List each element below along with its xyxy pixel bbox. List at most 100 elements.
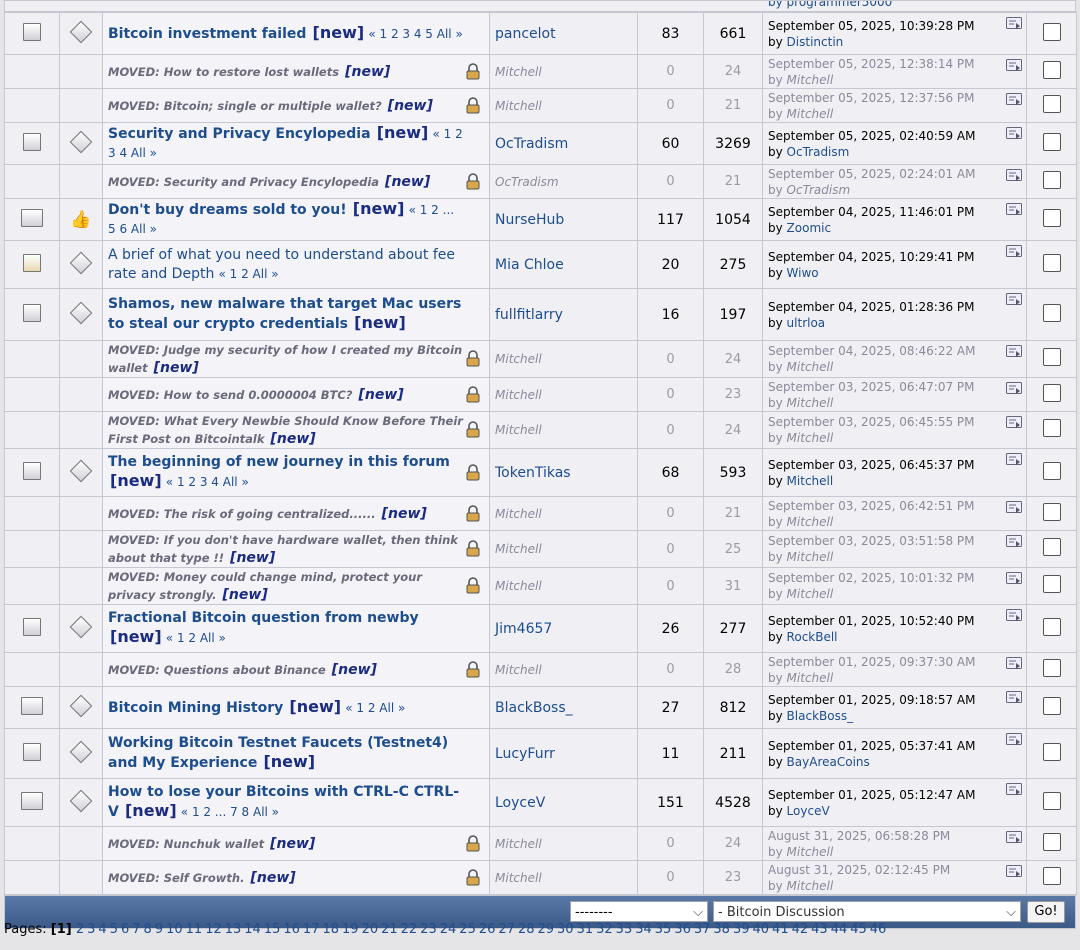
page-link[interactable]: 31 <box>577 922 594 937</box>
new-tag[interactable]: [new] <box>223 587 268 603</box>
page-link[interactable]: 12 <box>205 922 222 937</box>
new-tag[interactable]: [new] <box>377 123 429 142</box>
last-post-icon[interactable] <box>1006 345 1022 359</box>
starter-link[interactable]: pancelot <box>495 26 556 42</box>
topic-checkbox[interactable] <box>1042 170 1061 189</box>
starter-link[interactable]: BlackBoss_ <box>495 700 573 716</box>
starter-link[interactable]: Mitchell <box>495 65 542 79</box>
starter-link[interactable]: OcTradism <box>495 175 559 189</box>
topic-checkbox[interactable] <box>1042 208 1061 227</box>
page-link[interactable]: 2 <box>76 922 84 937</box>
starter-link[interactable]: Mia Chloe <box>495 257 564 273</box>
last-post-icon[interactable] <box>1006 93 1022 107</box>
last-post-icon[interactable] <box>1006 865 1022 879</box>
page-link[interactable]: 27 <box>498 922 515 937</box>
moved-topic-link[interactable]: MOVED: Nunchuk wallet <box>108 837 264 851</box>
page-link[interactable]: 38 <box>713 922 730 937</box>
topic-checkbox[interactable] <box>1042 22 1061 41</box>
last-poster-link[interactable]: LoyceV <box>787 804 830 818</box>
sort-select[interactable]: -------- ⌵ <box>570 901 708 922</box>
last-poster-link[interactable]: Distinctin <box>787 35 844 49</box>
topic-checkbox[interactable] <box>1042 502 1061 521</box>
topic-checkbox[interactable] <box>1042 658 1061 677</box>
starter-link[interactable]: Mitchell <box>495 837 542 851</box>
last-poster-link[interactable]: BayAreaCoins <box>787 755 870 769</box>
moved-topic-link[interactable]: MOVED: How to restore lost wallets <box>108 65 339 79</box>
new-tag[interactable]: [new] <box>250 870 295 886</box>
new-tag[interactable]: [new] <box>345 64 390 80</box>
starter-link[interactable]: NurseHub <box>495 212 564 228</box>
page-link[interactable]: 14 <box>244 922 261 937</box>
last-post-icon[interactable] <box>1006 382 1022 396</box>
moved-topic-link[interactable]: MOVED: Security and Privacy Encylopedia <box>108 175 379 189</box>
new-tag[interactable]: [new] <box>110 471 162 490</box>
last-post-icon[interactable] <box>1006 831 1022 845</box>
topic-checkbox[interactable] <box>1042 538 1061 556</box>
starter-link[interactable]: TokenTikas <box>495 465 571 481</box>
topic-checkbox[interactable] <box>1042 696 1061 715</box>
new-tag[interactable]: [new] <box>385 174 430 190</box>
moved-topic-link[interactable]: MOVED: How to send 0.0000004 BTC? <box>108 388 352 402</box>
page-link[interactable]: 10 <box>166 922 183 937</box>
page-link[interactable]: 22 <box>401 922 418 937</box>
page-link[interactable]: 45 <box>850 922 867 937</box>
new-tag[interactable]: [new] <box>388 98 433 114</box>
page-link[interactable]: 4 <box>98 922 106 937</box>
moved-topic-link[interactable]: MOVED: Bitcoin; single or multiple walle… <box>108 99 382 113</box>
page-link[interactable]: 13 <box>225 922 242 937</box>
topic-pages[interactable]: « 1 2 3 4 5 All » <box>368 27 462 41</box>
topic-checkbox[interactable] <box>1042 832 1061 851</box>
topic-link[interactable]: A brief of what you need to understand a… <box>108 247 455 282</box>
page-link[interactable]: 7 <box>132 922 140 937</box>
page-link[interactable]: 25 <box>459 922 476 937</box>
last-post-icon[interactable] <box>1006 127 1022 141</box>
page-link[interactable]: 36 <box>674 922 691 937</box>
topic-checkbox[interactable] <box>1042 742 1061 761</box>
last-poster-link[interactable]: OcTradism <box>787 183 851 197</box>
last-post-icon[interactable] <box>1006 416 1022 430</box>
page-link[interactable]: 43 <box>811 922 828 937</box>
page-link[interactable]: 9 <box>155 922 163 937</box>
last-post-icon[interactable] <box>1006 535 1022 549</box>
go-button[interactable]: Go! <box>1027 901 1065 923</box>
topic-checkbox[interactable] <box>1042 617 1061 636</box>
last-poster-link[interactable]: Mitchell <box>787 879 834 893</box>
page-link[interactable]: 19 <box>342 922 359 937</box>
new-tag[interactable]: [new] <box>289 697 341 716</box>
page-link[interactable]: 39 <box>733 922 750 937</box>
last-poster-link[interactable]: ultrloa <box>787 316 826 330</box>
last-poster-link[interactable]: Mitchell <box>787 431 834 445</box>
topic-link[interactable]: Bitcoin Mining History <box>108 700 283 716</box>
last-poster-link[interactable]: Mitchell <box>787 474 834 488</box>
new-tag[interactable]: [new] <box>332 662 377 678</box>
page-link[interactable]: 44 <box>831 922 848 937</box>
page-link[interactable]: 42 <box>792 922 809 937</box>
new-tag[interactable]: [new] <box>263 752 315 771</box>
page-link[interactable]: 32 <box>596 922 613 937</box>
page-link[interactable]: 5 <box>110 922 118 937</box>
starter-link[interactable]: OcTradism <box>495 136 568 152</box>
topic-link[interactable]: Bitcoin investment failed <box>108 26 306 42</box>
starter-link[interactable]: Mitchell <box>495 663 542 677</box>
last-poster-link[interactable]: Zoomic <box>787 221 832 235</box>
last-post-icon[interactable] <box>1006 453 1022 467</box>
page-link[interactable]: 15 <box>264 922 281 937</box>
last-post-icon[interactable] <box>1006 59 1022 73</box>
page-link[interactable]: 21 <box>381 922 398 937</box>
topic-checkbox[interactable] <box>1042 348 1061 366</box>
page-link[interactable]: 33 <box>616 922 633 937</box>
topic-pages[interactable]: « 1 2 3 4 All » <box>166 475 249 489</box>
topic-checkbox[interactable] <box>1042 419 1061 437</box>
last-poster-link[interactable]: Mitchell <box>787 845 834 859</box>
starter-link[interactable]: Mitchell <box>495 352 542 366</box>
starter-link[interactable]: Mitchell <box>495 871 542 885</box>
topic-checkbox[interactable] <box>1042 383 1061 402</box>
last-poster-link[interactable]: Mitchell <box>787 587 834 601</box>
last-poster-link[interactable]: Mitchell <box>787 396 834 410</box>
page-link[interactable]: 41 <box>772 922 789 937</box>
page-link[interactable]: 18 <box>322 922 339 937</box>
starter-link[interactable]: LucyFurr <box>495 746 555 762</box>
last-poster-link[interactable]: RockBell <box>787 630 838 644</box>
topic-checkbox[interactable] <box>1042 60 1061 79</box>
topic-link[interactable]: The beginning of new journey in this for… <box>108 454 450 470</box>
